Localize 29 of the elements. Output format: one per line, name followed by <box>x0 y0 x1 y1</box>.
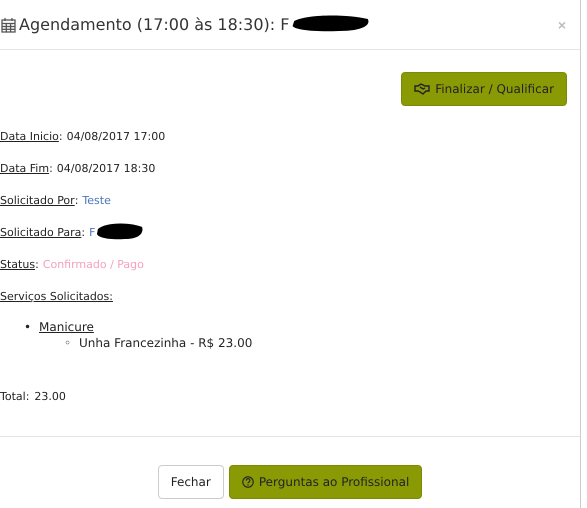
finalize-button[interactable]: Finalizar / Qualificar <box>401 72 567 106</box>
field-value: 04/08/2017 18:30 <box>56 162 156 174</box>
modal-title: Agendamento (17:00 às 18:30): F <box>19 15 290 34</box>
field-label: Data Inicio <box>0 130 59 142</box>
field-label: Solicitado Para <box>0 226 82 238</box>
bullet: ◦ <box>64 336 72 350</box>
field-value: F <box>89 226 96 238</box>
separator: : <box>81 226 86 238</box>
close-dialog-button[interactable]: Fechar <box>158 464 224 498</box>
field-value: Teste <box>82 194 111 206</box>
field-label: Status <box>0 258 36 270</box>
field-label: Data Fim <box>0 162 50 174</box>
total-label: Total: <box>0 390 30 402</box>
separator: : <box>35 258 39 270</box>
services-heading: Serviços Solicitados: <box>0 290 113 302</box>
service-name: Manicure <box>39 320 94 334</box>
help-icon <box>242 476 254 488</box>
field-value: 04/08/2017 17:00 <box>66 130 166 142</box>
handshake-icon <box>414 83 430 95</box>
bullet: • <box>24 320 32 334</box>
separator: : <box>49 162 53 174</box>
total-value: 23.00 <box>34 390 66 402</box>
separator: : <box>58 130 63 142</box>
field-value: Confirmado / Pago <box>42 258 144 270</box>
service-item: Unha Francezinha - R$ 23.00 <box>79 336 252 350</box>
calendar-icon <box>1 16 16 32</box>
separator: : <box>74 194 78 206</box>
questions-button[interactable]: Perguntas ao Profissional <box>228 464 422 498</box>
field-label: Solicitado Por <box>0 194 75 206</box>
